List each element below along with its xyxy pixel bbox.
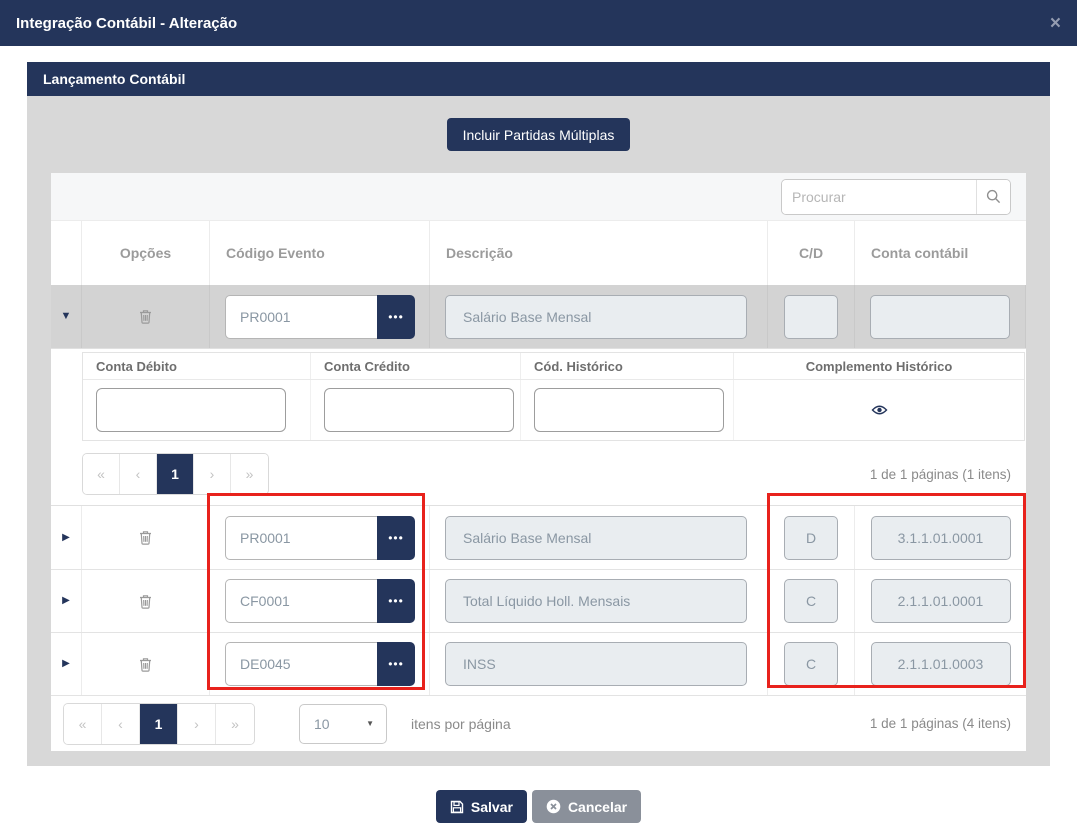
debit-account-input[interactable] [96,388,286,432]
account-field: 2.1.1.01.0001 [870,579,1011,623]
account-field: 3.1.1.01.0001 [870,515,1011,560]
event-code-input[interactable] [225,579,377,623]
expand-row-icon[interactable]: ▶ [62,532,70,543]
cd-field: C [784,642,838,686]
search-icon[interactable] [976,179,1010,214]
save-button[interactable]: Salvar [435,790,527,823]
detail-header-history-complement: Complemento Histórico [805,358,953,374]
row-detail-panel: Conta Débito Conta Crédito Cód. Históric… [51,348,1026,506]
table-pagination: « ‹ 1 › » 10 ▼ itens por página 1 de 1 p… [51,695,1026,751]
detail-pagination-info: 1 de 1 páginas (1 itens) [869,466,1011,482]
description-field: Salário Base Mensal [445,294,747,339]
lookup-ellipsis-button[interactable]: ••• [377,642,415,686]
panel-header: Lançamento Contábil [27,62,1050,96]
detail-next-page-button[interactable]: › [194,454,231,494]
detail-header-debit-account: Conta Débito [83,353,311,379]
cancel-button[interactable]: Cancelar [531,790,642,823]
table-row: ▼ ••• Salário Base Mensal [51,285,1026,348]
account-field: 2.1.1.01.0003 [870,642,1011,686]
cd-field: D [784,515,838,560]
modal-header: Integração Contábil - Alteração × [0,0,1077,46]
entries-table: Opções Código Evento Descrição C/D Conta… [51,173,1026,751]
save-icon [450,800,464,814]
panel-title: Lançamento Contábil [43,71,186,87]
save-label: Salvar [470,798,513,815]
last-page-button[interactable]: » [216,703,254,744]
lookup-ellipsis-button[interactable]: ••• [377,579,415,623]
cd-field [784,294,838,339]
table-row: ▶ ••• Total Líquido Holl. Mensais C 2.1.… [51,569,1026,632]
detail-page-1-button[interactable]: 1 [157,454,194,494]
cancel-label: Cancelar [567,798,628,815]
event-code-input[interactable] [225,642,377,686]
detail-header-credit-account: Conta Crédito [311,353,521,379]
column-header-description: Descrição [430,221,768,285]
table-header-row: Opções Código Evento Descrição C/D Conta… [51,221,1026,285]
page-size-value: 10 [314,715,330,732]
detail-pagination: « ‹ 1 › » 1 de 1 páginas (1 itens) [82,453,1025,495]
close-icon[interactable]: × [1050,14,1061,33]
lookup-ellipsis-button[interactable]: ••• [377,515,415,560]
page-size-select[interactable]: 10 ▼ [299,703,387,744]
description-field: Salário Base Mensal [445,515,747,560]
detail-prev-page-button[interactable]: ‹ [120,454,157,494]
column-header-options: Opções [82,221,210,285]
collapse-row-icon[interactable]: ▼ [61,311,72,322]
items-per-page-label: itens por página [411,715,511,732]
event-code-input[interactable] [225,294,377,339]
expand-row-icon[interactable]: ▶ [62,596,70,606]
description-field: INSS [445,642,747,686]
history-code-input[interactable] [534,388,724,432]
delete-row-icon[interactable] [82,633,210,695]
column-header-cd: C/D [768,221,855,285]
search-input[interactable] [782,179,976,214]
delete-row-icon[interactable] [82,570,210,632]
event-code-input[interactable] [225,515,377,560]
first-page-button[interactable]: « [64,703,102,744]
account-field [870,294,1010,339]
integration-modal: Integração Contábil - Alteração × Lançam… [0,0,1077,835]
include-multiple-entries-button[interactable]: Incluir Partidas Múltiplas [446,118,631,151]
detail-last-page-button[interactable]: » [231,454,268,494]
description-field: Total Líquido Holl. Mensais [445,579,747,623]
modal-title: Integração Contábil - Alteração [16,14,238,32]
detail-table: Conta Débito Conta Crédito Cód. Históric… [82,352,1025,441]
expand-row-icon[interactable]: ▶ [62,659,70,669]
detail-first-page-button[interactable]: « [83,454,120,494]
table-row: ▶ ••• Salário Base Mensal D 3.1.1.01.000… [51,506,1026,569]
detail-header-history-code: Cód. Histórico [521,353,734,379]
column-header-account: Conta contábil [871,245,969,261]
cd-field: C [784,579,838,623]
modal-body: Lançamento Contábil Incluir Partidas Múl… [27,62,1050,766]
delete-row-icon[interactable] [82,506,210,569]
view-history-complement-eye-icon[interactable] [734,380,1024,440]
pagination-info: 1 de 1 páginas (4 itens) [869,716,1011,731]
modal-footer: Salvar Cancelar [0,766,1077,835]
page-1-button[interactable]: 1 [140,703,178,744]
credit-account-input[interactable] [324,388,514,432]
table-toolbar [51,173,1026,221]
column-header-event-code: Código Evento [210,221,430,285]
table-row: ▶ ••• INSS C 2.1.1.01.0003 [51,632,1026,695]
delete-row-icon[interactable] [82,285,210,348]
search-group [781,178,1011,215]
cancel-circle-x-icon [546,799,561,814]
prev-page-button[interactable]: ‹ [102,703,140,744]
chevron-down-icon: ▼ [366,719,374,728]
lookup-ellipsis-button[interactable]: ••• [377,294,415,339]
expander-column-header [51,221,82,285]
next-page-button[interactable]: › [178,703,216,744]
